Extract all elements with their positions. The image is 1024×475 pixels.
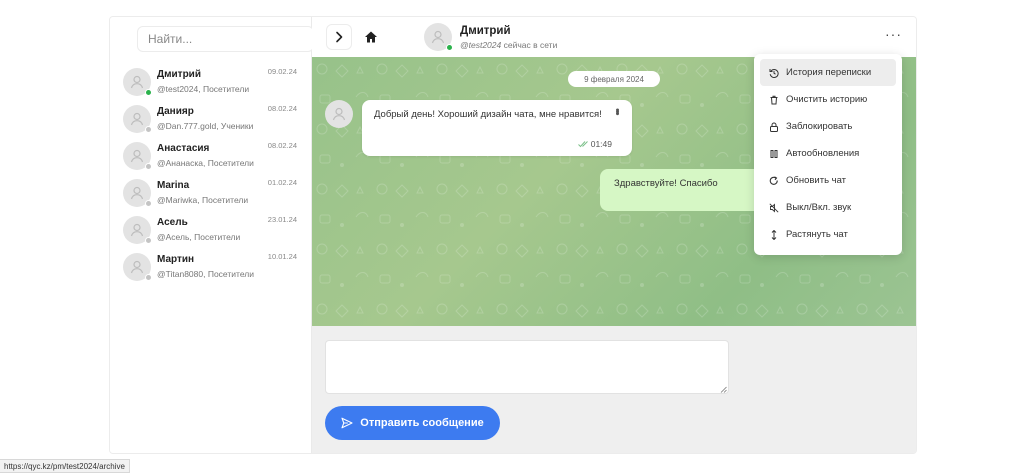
history-icon — [769, 68, 779, 78]
status-bar-url: https://qyc.kz/pm/test2024/archive — [0, 459, 130, 473]
user-icon — [332, 107, 346, 121]
resize-grip-icon[interactable] — [720, 386, 727, 393]
double-check-icon — [577, 141, 588, 148]
refresh-icon — [769, 175, 778, 185]
contact-name: Дмитрий — [460, 24, 511, 37]
menu-item-label: Заблокировать — [786, 121, 853, 132]
user-icon — [431, 30, 445, 44]
offline-status-dot — [145, 236, 152, 244]
avatar — [123, 67, 152, 96]
offline-status-dot — [145, 199, 152, 207]
contact-subtitle: @Mariwka, Посетители — [157, 195, 249, 205]
date-separator: 9 февраля 2024 — [568, 71, 660, 87]
mute-icon — [769, 202, 779, 213]
contact-name: Данияр — [157, 106, 194, 117]
contact-item[interactable]: Анастасия @Ананаска, Посетители 08.02.24 — [110, 137, 311, 174]
message-input[interactable] — [325, 340, 729, 394]
menu-item-clear-history[interactable]: Очистить историю — [760, 86, 896, 113]
contact-list: Дмитрий @test2024, Посетители 09.02.24 Д… — [110, 63, 311, 285]
contact-name: Асель — [157, 217, 188, 228]
contact-name: Мартин — [157, 254, 195, 265]
avatar — [123, 104, 152, 133]
contact-date: 23.01.24 — [267, 215, 297, 224]
outgoing-message[interactable]: Здравствуйте! Спасибо — [600, 169, 770, 211]
avatar — [123, 252, 152, 281]
message-text: Добрый день! Хороший дизайн чата, мне нр… — [374, 109, 602, 120]
menu-item-label: Очистить историю — [786, 94, 868, 105]
menu-item-label: Растянуть чат — [786, 229, 848, 240]
contact-item[interactable]: Данияр @Dan.777.gold, Ученики 08.02.24 — [110, 100, 311, 137]
contact-status: @test2024 сейчас в сети — [460, 39, 557, 51]
message-options-icon[interactable]: ••• — [611, 108, 623, 114]
trash-icon — [770, 95, 778, 104]
menu-item-history[interactable]: История переписки — [760, 59, 896, 86]
chevron-right-icon — [336, 31, 343, 43]
contact-avatar[interactable] — [424, 23, 453, 51]
menu-item-label: Обновить чат — [786, 175, 847, 186]
menu-item-label: Выкл/Вкл. звук — [786, 202, 852, 213]
offline-status-dot — [145, 273, 152, 281]
contact-item[interactable]: Marina @Mariwka, Посетители 01.02.24 — [110, 174, 311, 211]
message-meta: 01:49 — [577, 139, 612, 149]
home-icon — [365, 31, 377, 43]
lock-icon — [770, 122, 778, 132]
send-button-label: Отправить сообщение — [360, 417, 484, 429]
menu-item-label: История переписки — [786, 67, 872, 78]
offline-status-dot — [145, 125, 152, 133]
chat-options-menu: История переписки Очистить историю Забло… — [754, 54, 902, 255]
contact-name: Marina — [157, 180, 190, 191]
incoming-message[interactable]: Добрый день! Хороший дизайн чата, мне нр… — [362, 100, 632, 156]
contact-subtitle: @test2024, Посетители — [157, 84, 250, 94]
expand-sidebar-button[interactable] — [326, 24, 352, 50]
send-icon — [341, 417, 353, 429]
search-input[interactable] — [137, 26, 314, 52]
user-icon — [130, 260, 144, 273]
menu-item-sound-toggle[interactable]: Выкл/Вкл. звук — [760, 194, 896, 221]
contact-name: Анастасия — [157, 143, 210, 154]
message-time: 01:49 — [590, 139, 612, 149]
expand-icon — [771, 229, 777, 240]
offline-status-dot — [145, 162, 152, 170]
contact-subtitle: @Асель, Посетители — [157, 232, 241, 242]
contact-date: 08.02.24 — [267, 104, 297, 113]
pause-icon — [770, 149, 778, 158]
menu-item-auto-update[interactable]: Автообновления — [760, 140, 896, 167]
contact-item[interactable]: Асель @Асель, Посетители 23.01.24 — [110, 211, 311, 248]
avatar — [123, 178, 152, 207]
menu-item-label: Автообновления — [786, 148, 860, 159]
sidebar-top — [110, 17, 314, 61]
contact-date: 08.02.24 — [267, 141, 297, 150]
user-icon — [130, 149, 144, 162]
chat-header: Дмитрий @test2024 сейчас в сети ··· — [312, 17, 916, 57]
menu-item-refresh[interactable]: Обновить чат — [760, 167, 896, 194]
user-icon — [130, 112, 144, 125]
user-icon — [130, 186, 144, 199]
contact-date: 09.02.24 — [267, 67, 297, 76]
sender-avatar — [325, 100, 353, 128]
more-options-button[interactable]: ··· — [885, 27, 902, 41]
contact-subtitle: @Titan8080, Посетители — [157, 269, 254, 279]
contact-item[interactable]: Дмитрий @test2024, Посетители 09.02.24 — [110, 63, 311, 100]
menu-item-stretch-chat[interactable]: Растянуть чат — [760, 221, 896, 248]
composer: Отправить сообщение — [312, 326, 916, 453]
online-status-dot — [145, 88, 152, 96]
sidebar: Дмитрий @test2024, Посетители 09.02.24 Д… — [110, 17, 314, 453]
online-status-text: сейчас в сети — [501, 39, 558, 50]
menu-item-block[interactable]: Заблокировать — [760, 113, 896, 140]
message-text: Здравствуйте! Спасибо — [614, 178, 718, 189]
contact-handle: @test2024 — [460, 39, 502, 50]
home-button[interactable] — [358, 24, 384, 50]
contact-subtitle: @Ананаска, Посетители — [157, 158, 254, 168]
send-message-button[interactable]: Отправить сообщение — [325, 406, 500, 440]
contact-date: 10.01.24 — [267, 252, 297, 261]
contact-subtitle: @Dan.777.gold, Ученики — [157, 121, 254, 131]
avatar — [123, 215, 152, 244]
contact-date: 01.02.24 — [267, 178, 297, 187]
contact-item[interactable]: Мартин @Titan8080, Посетители 10.01.24 — [110, 248, 311, 285]
avatar — [123, 141, 152, 170]
user-icon — [130, 75, 144, 88]
user-icon — [130, 223, 144, 236]
contact-name: Дмитрий — [157, 69, 201, 80]
online-status-dot — [446, 44, 453, 51]
